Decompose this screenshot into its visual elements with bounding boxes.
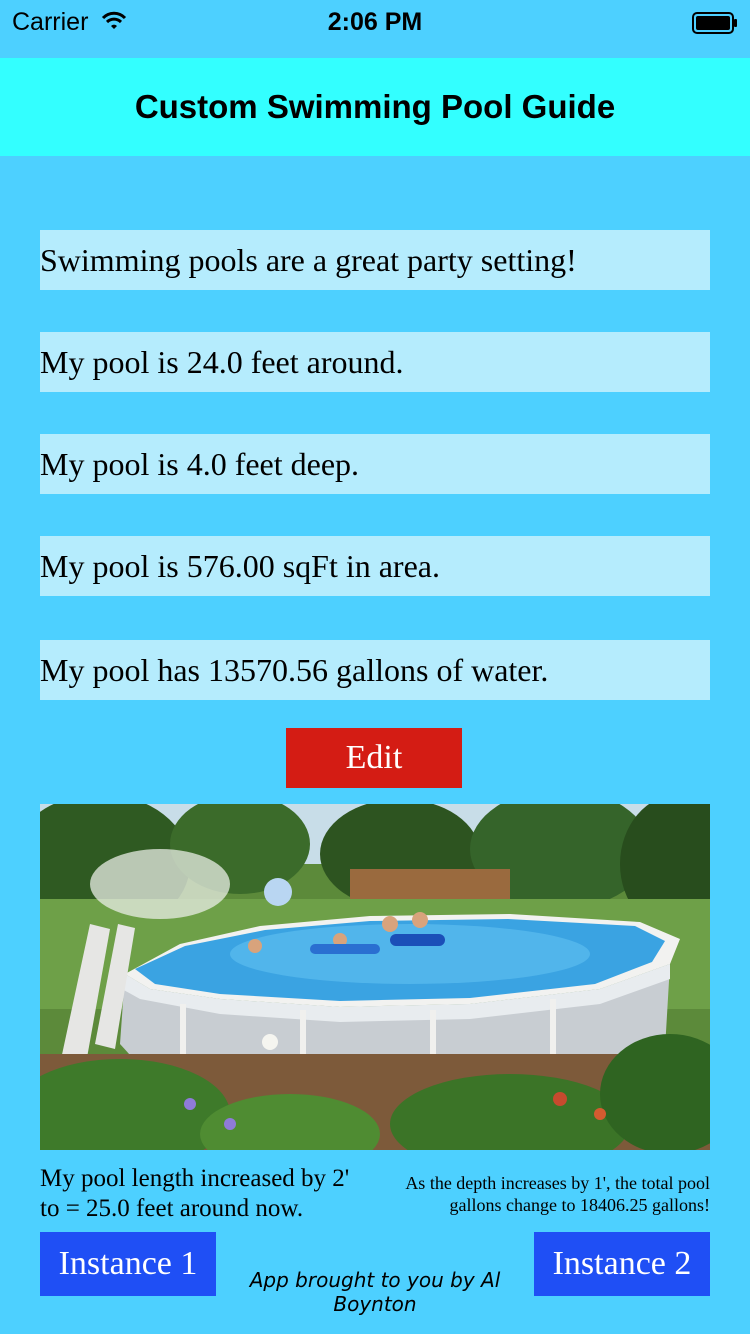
instance-2-button[interactable]: Instance 2 — [534, 1232, 710, 1296]
info-gallons-label: My pool has 13570.56 gallons of water. — [40, 640, 710, 700]
length-increase-caption: My pool length increased by 2' to = 25.0… — [40, 1165, 350, 1222]
clock: 2:06 PM — [327, 8, 423, 36]
info-party-label: Swimming pools are a great party setting… — [40, 230, 710, 290]
depth-increase-caption: As the depth increases by 1', the total … — [405, 1173, 710, 1215]
info-perimeter-label: My pool is 24.0 feet around. — [40, 332, 710, 392]
page-title: Custom Swimming Pool Guide — [134, 88, 616, 125]
info-depth-label: My pool is 4.0 feet deep. — [40, 434, 710, 494]
battery-icon — [692, 12, 737, 34]
credit-label: App brought to you by Al Boynton — [249, 1268, 501, 1316]
navigation-bar: Custom Swimming Pool Guide — [0, 58, 750, 156]
pool-photo — [40, 804, 710, 1150]
instance-1-button[interactable]: Instance 1 — [40, 1232, 216, 1296]
edit-button[interactable]: Edit — [286, 728, 462, 788]
status-bar: Carrier 2:06 PM — [0, 0, 750, 46]
info-area-label: My pool is 576.00 sqFt in area. — [40, 536, 710, 596]
